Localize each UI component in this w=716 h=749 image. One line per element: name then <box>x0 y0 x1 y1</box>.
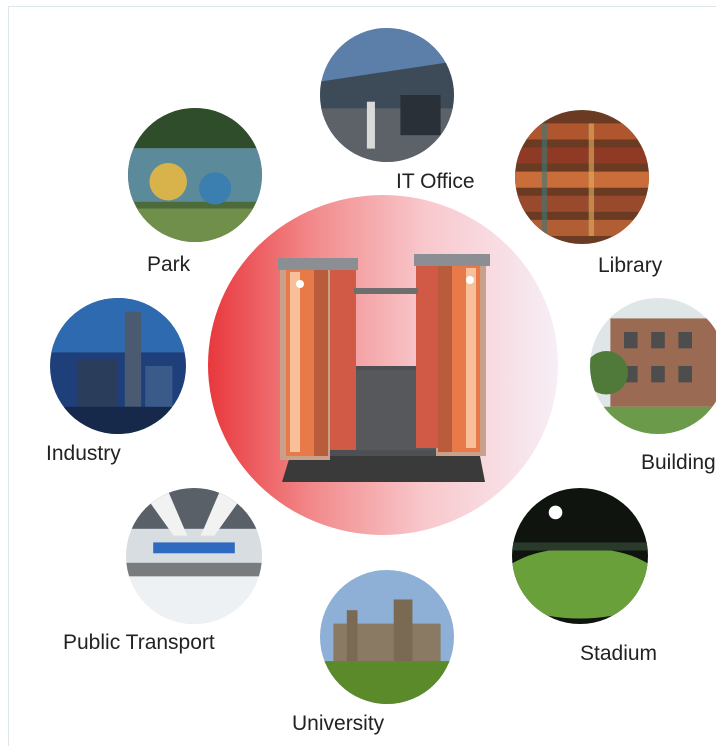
public-transport-photo <box>126 488 262 624</box>
it-office-label: IT Office <box>396 170 475 193</box>
building-photo <box>590 298 716 434</box>
park-photo <box>128 108 262 242</box>
library-label: Library <box>598 254 663 277</box>
stadium-photo <box>512 488 648 624</box>
stadium-label: Stadium <box>580 642 658 665</box>
turnstile-gate-image <box>278 254 490 482</box>
park-label: Park <box>147 253 191 276</box>
building-label: Building <box>641 451 716 474</box>
library-photo <box>515 110 649 244</box>
university-photo <box>320 570 454 704</box>
industry-label: Industry <box>46 442 121 465</box>
it-office-photo <box>320 28 454 162</box>
industry-photo <box>50 298 186 434</box>
university-label: University <box>292 712 385 735</box>
public-transport-label: Public Transport <box>63 631 215 654</box>
